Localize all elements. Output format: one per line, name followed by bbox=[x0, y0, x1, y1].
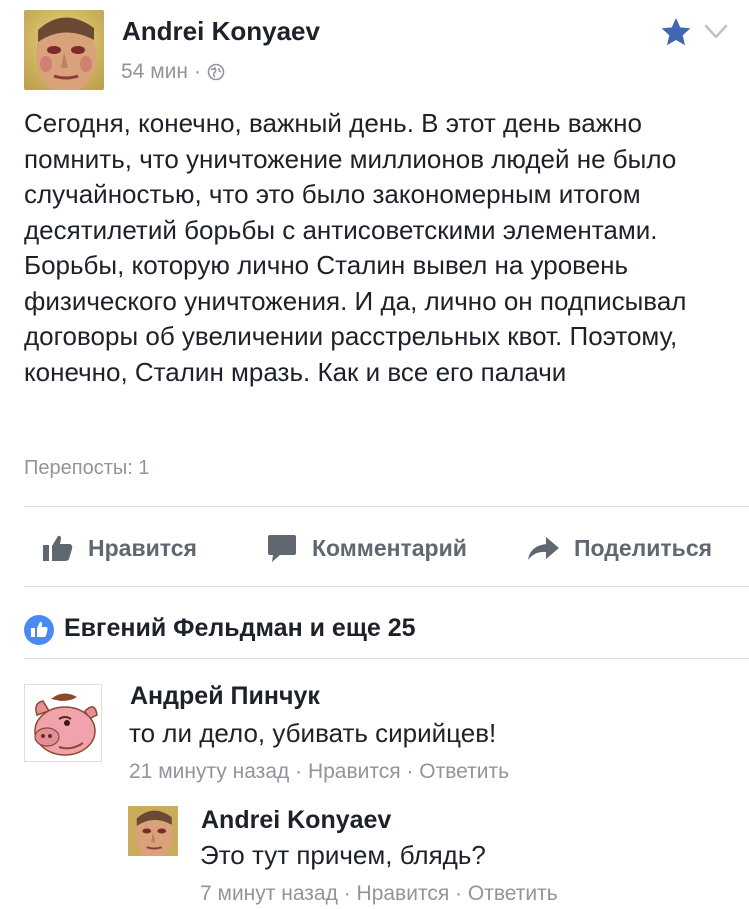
author-avatar[interactable] bbox=[24, 10, 104, 90]
comment-icon bbox=[268, 535, 296, 562]
reply-meta: 7 минут назад · Нравится · Ответить bbox=[200, 882, 558, 906]
reply-author-name[interactable]: Andrei Konyaev bbox=[201, 806, 391, 835]
comment-like-link[interactable]: Нравится bbox=[308, 760, 401, 783]
meta-separator: · bbox=[193, 60, 201, 83]
reply-like-link[interactable]: Нравится bbox=[357, 882, 450, 905]
divider bbox=[24, 658, 749, 659]
meta-separator: · bbox=[295, 760, 303, 783]
chevron-down-icon[interactable] bbox=[704, 22, 728, 42]
likes-summary[interactable]: Евгений Фельдман и еще 25 bbox=[64, 614, 416, 643]
share-button[interactable]: Поделиться bbox=[526, 528, 712, 568]
reply-author-avatar-image bbox=[128, 806, 178, 856]
comment-button-label: Комментарий bbox=[312, 534, 467, 561]
comment-reply-link[interactable]: Ответить bbox=[419, 760, 509, 783]
post-author-name[interactable]: Andrei Konyaev bbox=[122, 16, 320, 47]
author-avatar-image bbox=[24, 10, 104, 90]
like-reaction-badge bbox=[24, 615, 54, 645]
globe-icon bbox=[207, 63, 225, 81]
meta-separator: · bbox=[406, 760, 414, 783]
meta-separator: · bbox=[343, 882, 351, 905]
commenter-avatar[interactable] bbox=[24, 684, 102, 762]
post-text: Сегодня, конечно, важный день. В этот де… bbox=[24, 108, 687, 387]
like-button[interactable]: Нравится bbox=[42, 528, 197, 568]
meta-separator: · bbox=[455, 882, 463, 905]
divider bbox=[24, 586, 749, 587]
star-icon[interactable] bbox=[660, 16, 692, 48]
comment-meta: 21 минуту назад · Нравится · Ответить bbox=[129, 760, 509, 784]
comment-time[interactable]: 21 минуту назад bbox=[129, 760, 289, 783]
reply-text: Это тут причем, блядь? bbox=[200, 840, 486, 870]
thumbs-up-icon bbox=[43, 535, 73, 561]
reposts-count[interactable]: Перепосты: 1 bbox=[24, 457, 149, 480]
reply-author-avatar[interactable] bbox=[128, 806, 178, 856]
post-time[interactable]: 54 мин bbox=[121, 60, 188, 84]
divider bbox=[24, 506, 749, 507]
reply-reply-link[interactable]: Ответить bbox=[468, 882, 558, 905]
like-button-label: Нравится bbox=[88, 534, 197, 561]
comment-author-name[interactable]: Андрей Пинчук bbox=[130, 682, 320, 711]
reply-time[interactable]: 7 минут назад bbox=[200, 882, 338, 905]
share-button-label: Поделиться bbox=[574, 534, 713, 561]
pig-cartoon-avatar bbox=[25, 685, 101, 761]
comment-text: то ли дело, убивать сирийцев! bbox=[129, 718, 497, 748]
share-arrow-icon bbox=[528, 537, 559, 560]
comment-button[interactable]: Комментарий bbox=[266, 528, 467, 568]
like-badge-icon bbox=[31, 621, 48, 637]
post-meta: 54 мин · bbox=[121, 60, 225, 84]
